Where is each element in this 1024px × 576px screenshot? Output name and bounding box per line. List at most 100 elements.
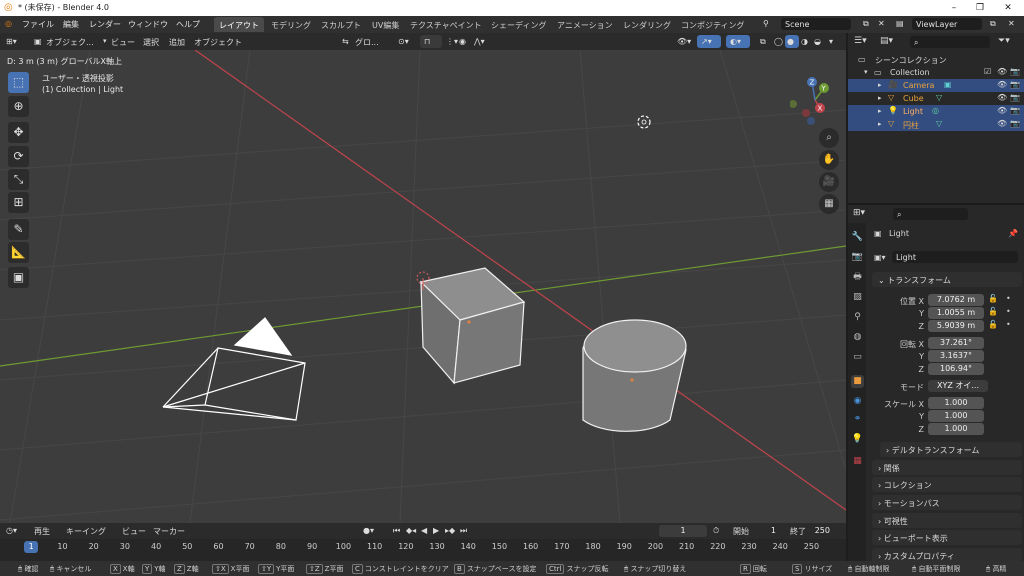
outliner-item-cube[interactable]: ▸ ▽ Cube ▽ 👁 📷 bbox=[848, 92, 1024, 105]
rotation-z-field[interactable]: 106.94° bbox=[928, 363, 984, 375]
3d-viewport[interactable]: D: 3 m (3 m) グローバルX軸上 ユーザー・透視投影 (1) Coll… bbox=[0, 50, 846, 523]
scene-tab-icon[interactable]: ⚲ bbox=[851, 311, 864, 324]
location-x-field[interactable]: 7.0762 m bbox=[928, 294, 984, 306]
tab-texture-paint[interactable]: テクスチャペイント bbox=[405, 17, 487, 32]
mode-selector[interactable]: オブジェク... bbox=[46, 37, 94, 48]
shading-options-icon[interactable]: ▾ bbox=[829, 37, 833, 46]
filter-icon[interactable]: ⏷▾ bbox=[998, 36, 1010, 46]
menu-select[interactable]: 選択 bbox=[143, 37, 159, 48]
menu-add[interactable]: 追加 bbox=[169, 37, 185, 48]
pivot-point-icon[interactable]: ⊙▾ bbox=[398, 37, 409, 46]
object-type-icon[interactable]: ▣▾ bbox=[874, 253, 886, 262]
shading-wireframe-icon[interactable]: ◯ bbox=[774, 37, 783, 46]
location-z-field[interactable]: 5.9039 m bbox=[928, 320, 984, 332]
snap-target-icon[interactable]: ⋮▾ bbox=[446, 37, 458, 46]
play-reverse-icon[interactable]: ◀ bbox=[421, 526, 427, 535]
tab-uv-editing[interactable]: UV編集 bbox=[367, 17, 404, 32]
menu-view[interactable]: ビュー bbox=[111, 37, 135, 48]
scale-tool[interactable]: ⤡ bbox=[8, 169, 29, 190]
tab-compositing[interactable]: コンポジティング bbox=[676, 17, 750, 32]
scale-z-field[interactable]: 1.000 bbox=[928, 423, 984, 435]
perspective-toggle-icon[interactable]: ▦ bbox=[819, 194, 839, 214]
camera-view-icon[interactable]: 🎥 bbox=[819, 172, 839, 192]
render-tab-icon[interactable]: 📷 bbox=[851, 251, 864, 264]
tab-rendering[interactable]: レンダリング bbox=[618, 17, 676, 32]
render-camera-icon[interactable]: 📷 bbox=[1010, 119, 1020, 128]
select-box-tool[interactable]: ⬚ bbox=[8, 72, 29, 93]
eye-icon[interactable]: 👁 bbox=[997, 119, 1007, 128]
prev-keyframe-icon[interactable]: ◆◂ bbox=[406, 526, 416, 535]
output-tab-icon[interactable]: 🖶 bbox=[851, 271, 864, 284]
menu-window[interactable]: ウィンドウ bbox=[128, 19, 168, 30]
physics-tab-icon[interactable]: ◉ bbox=[851, 395, 864, 408]
marker-menu[interactable]: マーカー bbox=[153, 526, 185, 537]
menu-render[interactable]: レンダー bbox=[89, 19, 121, 30]
properties-search-input[interactable]: ⌕ bbox=[893, 208, 968, 220]
viewlayer-copy-icon[interactable]: ⧉ bbox=[990, 19, 996, 29]
pan-hand-icon[interactable]: ✋ bbox=[819, 150, 839, 170]
keyframe-dot-icon[interactable]: • bbox=[1006, 294, 1011, 303]
eye-icon[interactable]: 👁 bbox=[997, 106, 1007, 115]
current-frame-field[interactable]: 1 bbox=[659, 525, 707, 537]
object-tab-icon[interactable]: ■ bbox=[851, 375, 864, 388]
rotation-mode-select[interactable]: XYZ オイ... bbox=[928, 380, 988, 392]
visibility-panel-header[interactable]: › 可視性 bbox=[872, 513, 1022, 528]
delta-transform-panel-header[interactable]: › デルタトランスフォーム bbox=[880, 442, 1022, 457]
viewlayer-icon[interactable]: ▤ bbox=[896, 19, 904, 28]
menu-help[interactable]: ヘルプ bbox=[176, 19, 200, 30]
expand-arrow-icon[interactable]: ▸ bbox=[878, 81, 882, 89]
lock-icon[interactable]: 🔓 bbox=[988, 294, 998, 303]
lock-icon[interactable]: 🔓 bbox=[988, 320, 998, 329]
tab-animation[interactable]: アニメーション bbox=[552, 17, 618, 32]
outliner-item-cylinder[interactable]: ▸ ▽ 円柱 ▽ 👁 📷 bbox=[848, 118, 1024, 131]
blender-menu-icon[interactable]: ◎ bbox=[5, 19, 12, 28]
playback-menu[interactable]: 再生 bbox=[34, 526, 50, 537]
zoom-icon[interactable]: ⌕ bbox=[819, 128, 839, 148]
timeline-ruler[interactable]: 1 10 20 30 40 50 60 70 80 90 100 110 120 130 140 150 160… bbox=[0, 539, 846, 561]
xray-icon[interactable]: ⧉ bbox=[760, 37, 766, 47]
keyframe-dot-icon[interactable]: • bbox=[1006, 307, 1011, 316]
view-layer-tab-icon[interactable]: ▨ bbox=[851, 291, 864, 304]
outliner-item-light[interactable]: ▸ 💡 Light ◎ 👁 📷 bbox=[848, 105, 1024, 118]
viewlayer-delete-icon[interactable]: ✕ bbox=[1008, 19, 1015, 28]
clock-icon[interactable]: ⏱ bbox=[713, 526, 719, 536]
motion-paths-panel-header[interactable]: › モーションパス bbox=[872, 495, 1022, 510]
render-camera-icon[interactable]: 📷 bbox=[1010, 80, 1020, 89]
constraints-tab-icon[interactable]: ⚭ bbox=[851, 413, 864, 426]
keyframe-dot-icon[interactable]: • bbox=[1006, 320, 1011, 329]
viewport-display-panel-header[interactable]: › ビューポート表示 bbox=[872, 530, 1022, 545]
add-cube-tool[interactable]: ▣ bbox=[8, 267, 29, 288]
outliner-editor-icon[interactable]: ☰▾ bbox=[854, 36, 867, 46]
tab-layout[interactable]: レイアウト bbox=[214, 17, 264, 32]
lock-icon[interactable]: 🔓 bbox=[988, 307, 998, 316]
maximize-button[interactable]: ❐ bbox=[966, 0, 994, 16]
viewlayer-name-field[interactable]: ViewLayer bbox=[912, 18, 982, 30]
start-frame-field[interactable]: 1 bbox=[728, 525, 780, 537]
measure-tool[interactable]: 📐 bbox=[8, 242, 29, 263]
transform-orientation-selector[interactable]: グロ... bbox=[355, 37, 379, 48]
rotate-tool[interactable]: ⟳ bbox=[8, 146, 29, 167]
display-mode-icon[interactable]: ▤▾ bbox=[880, 36, 893, 46]
scene-name-field[interactable]: Scene bbox=[781, 18, 851, 30]
shading-rendered-icon[interactable]: ◒ bbox=[814, 37, 821, 46]
menu-object[interactable]: オブジェクト bbox=[194, 37, 242, 48]
minimize-button[interactable]: – bbox=[940, 0, 968, 16]
tab-sculpt[interactable]: スカルプト bbox=[316, 17, 366, 32]
tab-shading[interactable]: シェーディング bbox=[486, 17, 551, 32]
scene-delete-icon[interactable]: ✕ bbox=[878, 19, 885, 28]
tab-modeling[interactable]: モデリング bbox=[266, 17, 316, 32]
world-tab-icon[interactable]: ◍ bbox=[851, 331, 864, 344]
render-camera-icon[interactable]: 📷 bbox=[1010, 67, 1020, 76]
tool-tab-icon[interactable]: 🔧 bbox=[851, 231, 864, 244]
scene-copy-icon[interactable]: ⧉ bbox=[863, 19, 869, 29]
rotation-y-field[interactable]: 3.1637° bbox=[928, 350, 984, 362]
eye-icon[interactable]: 👁 bbox=[997, 93, 1007, 102]
expand-arrow-icon[interactable]: ▸ bbox=[878, 120, 882, 128]
cursor-tool[interactable]: ⊕ bbox=[8, 96, 29, 117]
scene-icon[interactable]: ⚲ bbox=[763, 19, 769, 28]
next-keyframe-icon[interactable]: ▸◆ bbox=[445, 526, 455, 535]
record-icon[interactable]: ●▾ bbox=[363, 526, 374, 535]
proportional-edit-icon[interactable]: ◉ bbox=[459, 37, 466, 46]
view-menu[interactable]: ビュー bbox=[122, 526, 146, 537]
collections-panel-header[interactable]: › コレクション bbox=[872, 477, 1022, 492]
